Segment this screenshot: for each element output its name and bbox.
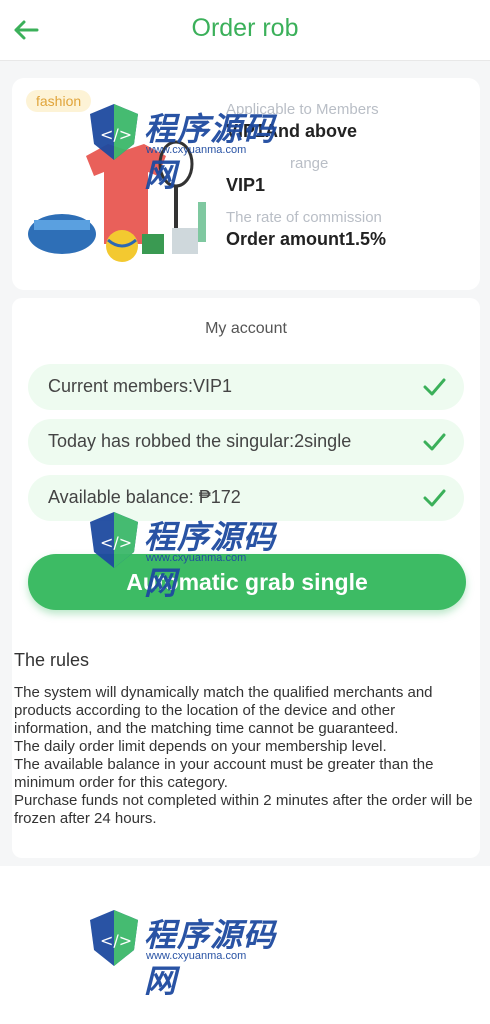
check-icon (423, 433, 446, 451)
status-row-orders: Today has robbed the singular:2single (28, 419, 464, 465)
status-text: Current members:VIP1 (48, 376, 233, 396)
svg-text:</>: </> (100, 125, 132, 144)
watermark: </> 程序源码网 www.cxyuanma.com (86, 94, 306, 193)
account-title: My account (205, 320, 287, 337)
rule-paragraph: The available balance in your account mu… (14, 756, 434, 791)
rule-paragraph: The daily order limit depends on your me… (14, 738, 387, 755)
watermark: </> 程序源码网 www.cxyuanma.com (86, 900, 306, 999)
top-bar: Order rob (0, 0, 490, 61)
commission-value: Order amount1.5% (226, 229, 387, 249)
status-text: Today has robbed the singular:2single (48, 431, 352, 451)
rules-body: The system will dynamically match the qu… (14, 684, 474, 828)
rule-paragraph: Purchase funds not completed within 2 mi… (14, 792, 473, 827)
svg-text:</>: </> (100, 533, 132, 552)
page-title: Order rob (191, 14, 299, 42)
rules-title: The rules (14, 650, 90, 670)
watermark: </> 程序源码网 www.cxyuanma.com (86, 502, 306, 601)
svg-text:</>: </> (100, 931, 132, 950)
rule-paragraph: The system will dynamically match the qu… (14, 684, 433, 737)
watermark-shield-icon: </> (90, 104, 138, 160)
watermark-shield-icon: </> (90, 512, 138, 568)
watermark-shield-icon: </> (90, 910, 138, 966)
watermark-url: www.cxyuanma.com (146, 552, 247, 564)
commission-label: The rate of commission (226, 209, 382, 226)
status-row-membership: Current members:VIP1 (28, 364, 464, 410)
category-tag: fashion (26, 90, 92, 112)
watermark-url: www.cxyuanma.com (146, 950, 247, 962)
watermark-url: www.cxyuanma.com (146, 144, 247, 156)
check-icon (423, 378, 446, 396)
check-icon (423, 489, 446, 507)
page: Order rob fashion Applicable to Members … (0, 0, 490, 1024)
